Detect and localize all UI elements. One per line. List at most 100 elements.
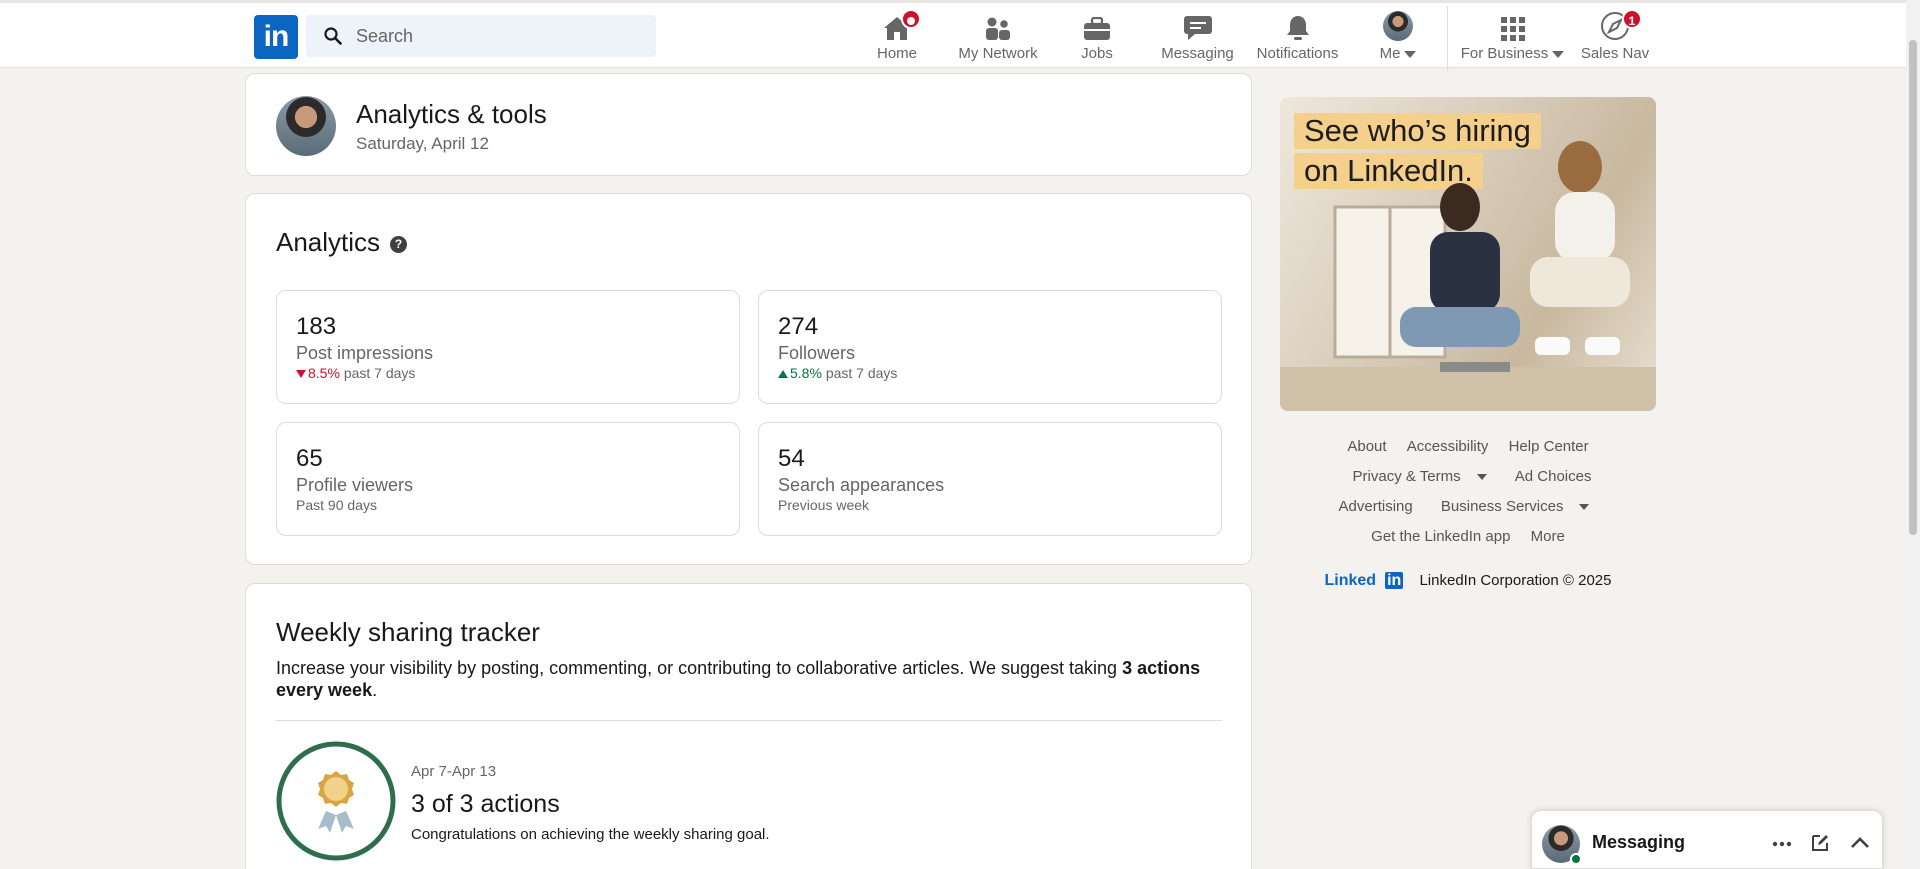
stat-label: Followers — [778, 343, 856, 363]
weekly-sharing-tracker-card: Weekly sharing tracker Increase your vis… — [245, 583, 1252, 869]
nav-jobs[interactable]: Jobs — [1077, 11, 1117, 67]
nav-sales-nav[interactable]: 1 Sales Nav — [1580, 9, 1650, 67]
analytics-tools-header-card: Analytics & tools Saturday, April 12 — [245, 73, 1252, 176]
stat-trend: 8.5% past 7 days — [296, 365, 415, 381]
tracker-description: Increase your visibility by posting, com… — [276, 657, 1216, 701]
sales-nav-badge: 1 — [1622, 9, 1642, 29]
footer-link-privacy-terms[interactable]: Privacy & Terms — [1345, 468, 1495, 485]
people-icon — [986, 17, 1010, 40]
stat-label: Profile viewers — [296, 475, 414, 495]
analytics-heading: Analytics ? — [276, 227, 408, 258]
stat-followers[interactable]: 274 Followers 5.8% past 7 days — [758, 290, 1222, 404]
tracker-desc-text: Increase your visibility by posting, com… — [276, 658, 1123, 678]
stat-search-appearances[interactable]: 54 Search appearances Previous week — [758, 422, 1222, 536]
chevron-down-icon — [1579, 504, 1590, 511]
stat-post-impressions[interactable]: 183 Post impressions 8.5% past 7 days — [276, 290, 740, 404]
avatar — [1383, 11, 1413, 41]
chevron-down-icon — [1404, 50, 1417, 58]
progress-ring — [276, 741, 396, 861]
footer-link-business-services[interactable]: Business Services — [1433, 498, 1598, 515]
stat-period: Previous week — [778, 497, 870, 513]
more-options-icon[interactable] — [1772, 841, 1792, 847]
nav-me-label-wrap: Me — [1373, 45, 1423, 62]
online-status-dot — [1570, 853, 1582, 865]
nav-label-my-network: My Network — [958, 45, 1038, 62]
tracker-divider — [276, 720, 1222, 721]
notification-dot — [901, 9, 921, 29]
briefcase-icon — [1084, 17, 1110, 40]
nav-label-me: Me — [1379, 45, 1401, 62]
tracker-title: Weekly sharing tracker — [276, 617, 540, 647]
analytics-card: Analytics ? 183 Post impressions 8.5% pa… — [245, 193, 1252, 565]
nav-my-network[interactable]: My Network — [953, 11, 1043, 67]
footer-link-help-center[interactable]: Help Center — [1509, 438, 1589, 455]
advertisement-banner[interactable]: See who’s hiring on LinkedIn. — [1280, 97, 1656, 411]
footer-link-advertising[interactable]: Advertising — [1339, 498, 1413, 515]
nav-notifications[interactable]: Notifications — [1255, 11, 1340, 67]
nav-label-sales-nav: Sales Nav — [1580, 45, 1650, 62]
profile-avatar[interactable] — [276, 96, 336, 156]
nav-label-notifications: Notifications — [1256, 45, 1339, 62]
footer-link-get-app[interactable]: Get the LinkedIn app — [1371, 528, 1510, 545]
chevron-down-icon — [1552, 50, 1565, 58]
top-nav: in Search Home My Network Jobs Messaging — [0, 0, 1906, 71]
nav-business-label-wrap: For Business — [1460, 45, 1565, 62]
page-title: Analytics & tools — [356, 99, 547, 129]
nav-messaging[interactable]: Messaging — [1160, 11, 1235, 67]
footer-row: Privacy & Terms Ad Choices — [1280, 466, 1656, 496]
stat-period: past 7 days — [825, 365, 898, 381]
stat-trend: 5.8% past 7 days — [778, 365, 897, 381]
analytics-title: Analytics — [276, 227, 381, 257]
trend-up-icon — [778, 370, 788, 378]
stat-profile-viewers[interactable]: 65 Profile viewers Past 90 days — [276, 422, 740, 536]
footer-row: Advertising Business Services — [1280, 496, 1656, 526]
compose-icon[interactable] — [1810, 833, 1830, 853]
ad-illustration — [1280, 141, 1656, 411]
tracker-desc-suffix: . — [372, 680, 378, 700]
wordmark-in: in — [1385, 572, 1404, 589]
nav-label-messaging: Messaging — [1161, 45, 1234, 62]
stat-period: Past 90 days — [296, 497, 377, 513]
nav-for-business[interactable]: For Business — [1460, 11, 1565, 67]
linkedin-wordmark: Linked in — [1317, 572, 1412, 589]
nav-home[interactable]: Home — [867, 9, 927, 67]
page-scrollbar[interactable] — [1906, 0, 1920, 869]
scrollbar-thumb[interactable] — [1909, 40, 1917, 535]
footer-link-about[interactable]: About — [1347, 438, 1386, 455]
nav-divider — [1447, 6, 1448, 71]
stat-label: Post impressions — [296, 343, 434, 363]
nav-label-for-business: For Business — [1460, 45, 1549, 62]
wordmark-text: Linked — [1324, 572, 1377, 589]
messaging-label: Messaging — [1592, 832, 1686, 852]
footer-link-accessibility[interactable]: Accessibility — [1407, 438, 1489, 455]
tracker-range: Apr 7-Apr 13 — [411, 763, 497, 780]
footer-row: Get the LinkedIn app More — [1280, 526, 1656, 556]
footer-link-ad-choices[interactable]: Ad Choices — [1515, 468, 1592, 485]
search-input[interactable]: Search — [356, 26, 413, 47]
chevron-up-icon[interactable] — [1850, 837, 1870, 849]
footer-link-label: Privacy & Terms — [1352, 468, 1461, 485]
tracker-progress: 3 of 3 actions — [411, 790, 560, 818]
footer-row: About Accessibility Help Center — [1280, 436, 1656, 466]
nav-me[interactable]: Me — [1373, 11, 1423, 67]
tracker-congrats: Congratulations on achieving the weekly … — [411, 826, 770, 843]
search-bar[interactable]: Search — [306, 15, 656, 57]
messaging-overlay[interactable]: Messaging — [1531, 810, 1883, 869]
bell-icon — [1286, 16, 1309, 40]
footer-link-more[interactable]: More — [1531, 528, 1565, 545]
award-ribbon-icon — [318, 771, 354, 833]
stat-period: past 7 days — [343, 365, 416, 381]
footer-links: About Accessibility Help Center Privacy … — [1280, 436, 1656, 600]
copyright: LinkedIn Corporation © 2025 — [1419, 572, 1612, 589]
nav-label-jobs: Jobs — [1081, 45, 1113, 62]
chat-icon — [1183, 16, 1212, 40]
linkedin-logo[interactable]: in — [254, 15, 298, 59]
nav-label-home: Home — [876, 45, 917, 62]
stat-value: 183 — [296, 313, 337, 340]
stat-value: 65 — [296, 445, 323, 472]
page-date: Saturday, April 12 — [356, 134, 489, 153]
help-icon[interactable]: ? — [390, 236, 408, 253]
stat-change: 8.5% — [308, 365, 340, 381]
search-icon — [324, 27, 342, 45]
chevron-down-icon — [1476, 474, 1487, 481]
